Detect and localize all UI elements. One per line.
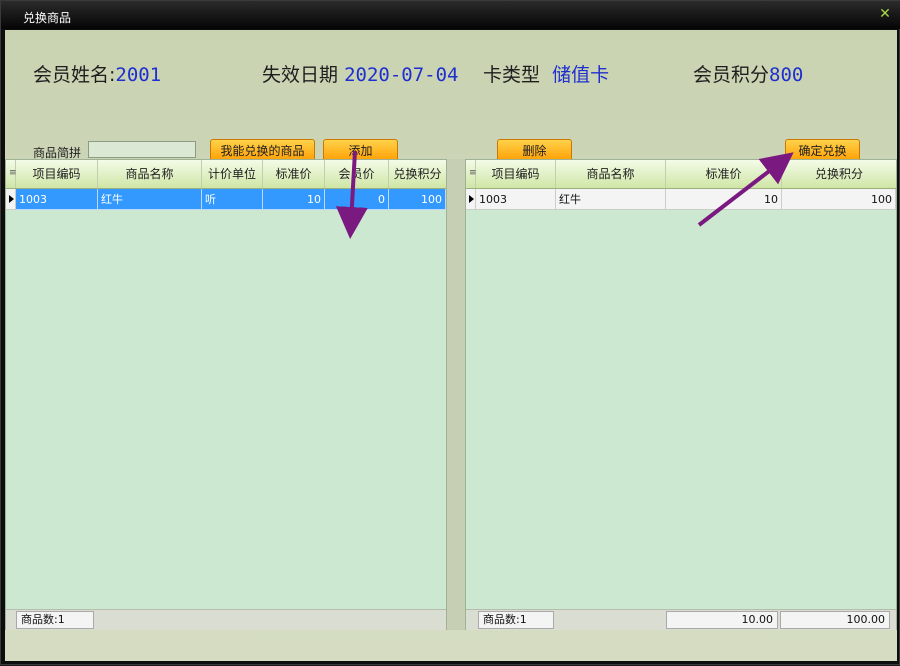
price-total: 10.00 xyxy=(666,611,778,629)
available-items-grid[interactable]: ≡ 项目编码 商品名称 计价单位 标准价 会员价 兑换积分 1003 红牛 听 … xyxy=(5,159,447,630)
card-type-label: 卡类型 xyxy=(483,64,541,86)
card-type-value: 储值卡 xyxy=(552,64,610,86)
title-bar: 兑换商品 ✕ xyxy=(1,1,900,29)
column-header[interactable]: 项目编码 xyxy=(476,160,556,188)
column-header[interactable]: 兑换积分 xyxy=(389,160,446,188)
column-header[interactable]: 标准价 xyxy=(666,160,782,188)
item-count: 商品数:1 xyxy=(478,611,554,629)
table-row[interactable]: 1003 红牛 10 100 xyxy=(466,189,896,210)
member-points-field: 会员积分800 xyxy=(693,60,803,87)
member-points-label: 会员积分 xyxy=(693,64,770,86)
cell-points[interactable]: 100 xyxy=(782,189,896,210)
column-header[interactable]: 商品名称 xyxy=(556,160,666,188)
grid-header: ≡ 项目编码 商品名称 标准价 兑换积分 xyxy=(466,160,896,189)
panel-divider xyxy=(447,159,465,630)
cell-member-price[interactable]: 0 xyxy=(325,189,389,210)
column-header[interactable]: 商品名称 xyxy=(98,160,202,188)
points-total: 100.00 xyxy=(780,611,890,629)
exchange-list-grid[interactable]: ≡ 项目编码 商品名称 标准价 兑换积分 1003 红牛 10 100 商品数:… xyxy=(465,159,897,630)
grid-footer: 商品数:1 xyxy=(6,609,446,630)
grid-footer: 商品数:1 10.00 100.00 xyxy=(466,609,896,630)
row-pointer-icon xyxy=(6,189,16,210)
expiry-date-field: 失效日期 2020-07-04 xyxy=(262,60,458,87)
grid-corner-icon: ≡ xyxy=(6,160,17,188)
footer-row: 商品数:1 10.00 100.00 xyxy=(478,610,892,630)
cell-name[interactable]: 红牛 xyxy=(556,189,666,210)
column-header[interactable]: 会员价 xyxy=(325,160,389,188)
cell-name[interactable]: 红牛 xyxy=(98,189,202,210)
card-type-field: 卡类型 储值卡 xyxy=(483,60,609,87)
column-header[interactable]: 计价单位 xyxy=(202,160,263,188)
close-icon[interactable]: ✕ xyxy=(877,6,893,22)
cell-std-price[interactable]: 10 xyxy=(666,189,782,210)
member-name-field: 会员姓名:2001 xyxy=(33,60,161,87)
member-name-label: 会员姓名: xyxy=(33,64,116,86)
table-row[interactable]: 1003 红牛 听 10 0 100 xyxy=(6,189,446,210)
expiry-date-label: 失效日期 xyxy=(262,64,339,86)
cell-code[interactable]: 1003 xyxy=(476,189,556,210)
grid-corner-icon: ≡ xyxy=(466,160,477,188)
exchange-window: 兑换商品 ✕ 会员姓名:2001 失效日期 2020-07-04 卡类型 储值卡… xyxy=(0,0,900,665)
search-input[interactable] xyxy=(88,141,196,158)
window-title: 兑换商品 xyxy=(23,11,72,25)
cell-points[interactable]: 100 xyxy=(389,189,446,210)
cell-code[interactable]: 1003 xyxy=(16,189,98,210)
footer-row: 商品数:1 xyxy=(16,610,96,630)
member-points-value: 800 xyxy=(769,64,804,86)
column-header[interactable]: 兑换积分 xyxy=(782,160,896,188)
footer-spacer xyxy=(556,610,666,630)
column-header[interactable]: 项目编码 xyxy=(16,160,98,188)
expiry-date-value: 2020-07-04 xyxy=(344,64,459,86)
cell-std-price[interactable]: 10 xyxy=(263,189,325,210)
row-pointer-icon xyxy=(466,189,476,210)
grid-header: ≡ 项目编码 商品名称 计价单位 标准价 会员价 兑换积分 xyxy=(6,160,446,189)
member-name-value: 2001 xyxy=(115,64,162,86)
column-header[interactable]: 标准价 xyxy=(263,160,325,188)
item-count: 商品数:1 xyxy=(16,611,94,629)
cell-unit[interactable]: 听 xyxy=(202,189,263,210)
